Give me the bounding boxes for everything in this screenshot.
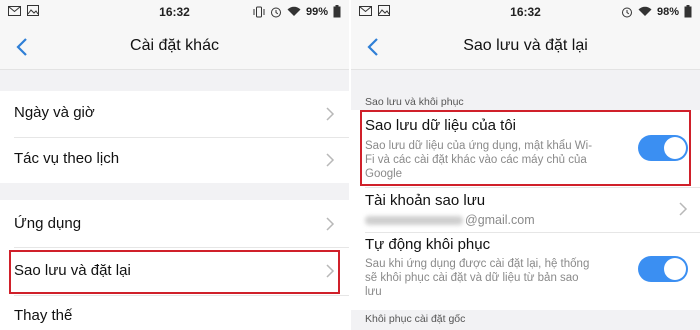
chevron-right-icon [326, 153, 335, 167]
status-bar: 16:32 98% [351, 0, 700, 24]
nav-bar: Cài đặt khác [0, 24, 349, 70]
alarm-icon [621, 7, 632, 17]
page-title: Sao lưu và đặt lại [463, 37, 588, 54]
toggle-knob [664, 137, 686, 159]
list-item-label: Sao lưu và đặt lại [14, 262, 131, 279]
setting-title: Tài khoản sao lưu [365, 192, 486, 209]
description-line: Google [365, 168, 403, 180]
list-item-label: Ứng dụng [14, 215, 82, 232]
status-bar: 16:32 99% [0, 0, 349, 24]
chevron-right-icon [326, 107, 335, 121]
account-email: @gmail.com [365, 213, 535, 227]
section-header: Khôi phục cài đặt gốc [365, 313, 466, 325]
setting-title: Sao lưu dữ liệu của tôi [365, 117, 517, 134]
right-screen: 16:32 98% Sao lưu và đặt lại Sao lưu và … [351, 0, 700, 330]
setting-backup-account[interactable]: Tài khoản sao lưu @gmail.com [351, 188, 700, 232]
page-title: Cài đặt khác [130, 37, 219, 54]
list-item-scheduled-tasks[interactable]: Tác vụ theo lịch [0, 138, 349, 183]
chevron-right-icon [326, 217, 335, 231]
setting-backup-data[interactable]: Sao lưu dữ liệu của tôi Sao lưu dữ liệu … [351, 110, 700, 186]
battery-percent: 98% [656, 5, 679, 18]
setting-description: Sau khi ứng dụng được cài đặt lại, hệ th… [365, 257, 589, 299]
setting-title: Tự động khôi phục [365, 236, 491, 253]
wifi-icon [287, 6, 301, 16]
list-item-label: Thay thế [14, 307, 73, 324]
list-item-date-time[interactable]: Ngày và giờ [0, 91, 349, 137]
toggle-knob [664, 258, 686, 280]
list-item-apps[interactable]: Ứng dụng [0, 200, 349, 247]
nav-bar: Sao lưu và đặt lại [351, 24, 700, 70]
description-line: sẽ khôi phục cài đặt và dữ liệu từ bản s… [365, 272, 579, 284]
description-line: Sao lưu dữ liệu của ứng dụng, mật khẩu W… [365, 140, 593, 152]
email-domain: @gmail.com [465, 213, 535, 227]
setting-description: Sao lưu dữ liệu của ứng dụng, mật khẩu W… [365, 139, 592, 181]
battery-icon [684, 5, 692, 18]
chevron-right-icon [679, 202, 688, 216]
chevron-right-icon [326, 264, 335, 278]
list-item-label: Tác vụ theo lịch [14, 150, 120, 167]
wifi-icon [638, 6, 652, 16]
description-line: Fi và các cài đặt khác vào các máy chủ c… [365, 154, 587, 166]
battery-icon [333, 5, 341, 18]
vibrate-icon [253, 6, 265, 17]
list-item-replace[interactable]: Thay thế [0, 296, 349, 330]
setting-auto-restore[interactable]: Tự động khôi phục Sau khi ứng dụng được … [351, 233, 700, 309]
description-line: Sau khi ứng dụng được cài đặt lại, hệ th… [365, 258, 590, 270]
blurred-email-username [365, 216, 463, 226]
left-screen: 16:32 99% Cài đặt khác Ngày và giờ Tác v… [0, 0, 349, 330]
section-header: Sao lưu và khôi phục [365, 96, 464, 108]
battery-percent: 99% [305, 5, 328, 18]
auto-restore-toggle[interactable] [638, 256, 688, 282]
description-line: lưu [365, 286, 382, 298]
list-item-backup-reset[interactable]: Sao lưu và đặt lại [0, 248, 349, 295]
backup-data-toggle[interactable] [638, 135, 688, 161]
alarm-icon [270, 7, 281, 17]
list-item-label: Ngày và giờ [14, 104, 95, 121]
